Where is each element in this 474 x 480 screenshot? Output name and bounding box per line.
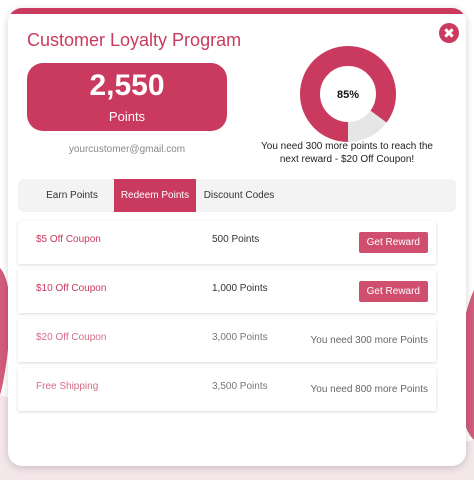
reward-title: $20 Off Coupon [36, 332, 107, 343]
tab-redeem-points[interactable]: Redeem Points [114, 179, 196, 212]
points-label: Points [108, 109, 146, 124]
reward-row: $20 Off Coupon 3,000 Points You need 300… [18, 319, 436, 362]
tab-earn-points[interactable]: Earn Points [30, 179, 114, 212]
reward-title: $5 Off Coupon [36, 234, 101, 245]
reward-title: Free Shipping [36, 381, 99, 392]
close-icon: ✖ [443, 25, 455, 41]
reward-row: $10 Off Coupon 1,000 Points Get Reward [18, 270, 436, 313]
points-card: 2,550 Points [27, 63, 227, 131]
reward-points: 3,500 Points [212, 381, 268, 392]
popup-accent-bar [8, 8, 466, 14]
get-reward-button[interactable]: Get Reward [358, 281, 428, 302]
reward-row: Free Shipping 3,500 Points You need 800 … [18, 368, 436, 411]
progress-gauge: 85% [300, 46, 396, 142]
reward-title: $10 Off Coupon [36, 283, 107, 294]
loyalty-popup: ✖ Customer Loyalty Program 2,550 Points … [8, 8, 466, 466]
tab-bar: Earn Points Redeem Points Discount Codes [18, 179, 456, 212]
reward-points: 500 Points [212, 234, 260, 245]
get-reward-button[interactable]: Get Reward [358, 232, 428, 253]
reward-points: 3,000 Points [212, 332, 268, 343]
gauge-percent-label: 85% [337, 89, 359, 101]
close-button[interactable]: ✖ [439, 23, 459, 43]
points-needed-text: You need 800 more Points [310, 384, 429, 395]
reward-list: $5 Off Coupon 500 Points Get Reward $10 … [18, 221, 436, 417]
customer-email: yourcustomer@gmail.com [68, 144, 186, 155]
next-reward-message: You need 300 more points to reach the ne… [261, 141, 433, 165]
points-needed-text: You need 300 more Points [310, 335, 429, 346]
reward-points: 1,000 Points [212, 283, 268, 294]
tab-discount-codes[interactable]: Discount Codes [196, 179, 282, 212]
reward-row: $5 Off Coupon 500 Points Get Reward [18, 221, 436, 264]
page-title: Customer Loyalty Program [27, 30, 242, 50]
points-value: 2,550 [89, 69, 165, 102]
